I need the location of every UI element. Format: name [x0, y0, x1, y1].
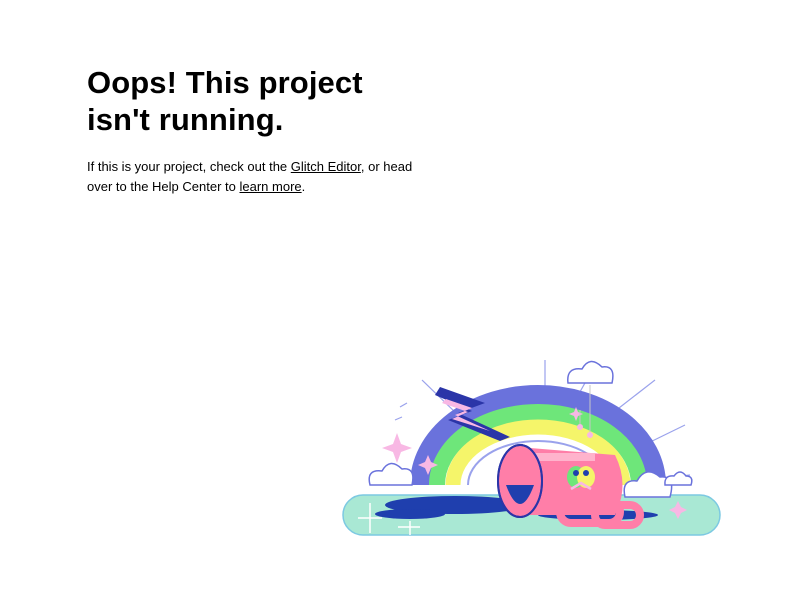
- page-title: Oops! This project isn't running.: [87, 65, 363, 137]
- broken-rainbow-illustration: [342, 360, 721, 536]
- help-message: If this is your project, check out the G…: [87, 157, 427, 197]
- cloud: [567, 360, 614, 384]
- glitch-fish-icon: [567, 466, 595, 491]
- glitch-editor-link[interactable]: Glitch Editor: [291, 159, 361, 174]
- message-text-1: If this is your project, check out the: [87, 159, 291, 174]
- learn-more-link[interactable]: learn more: [239, 179, 301, 194]
- cloud: [664, 471, 693, 486]
- cloud: [368, 462, 414, 486]
- sparkle: [382, 433, 412, 463]
- error-content: Oops! This project isn't running. If thi…: [87, 64, 427, 197]
- message-text-3: .: [301, 179, 306, 194]
